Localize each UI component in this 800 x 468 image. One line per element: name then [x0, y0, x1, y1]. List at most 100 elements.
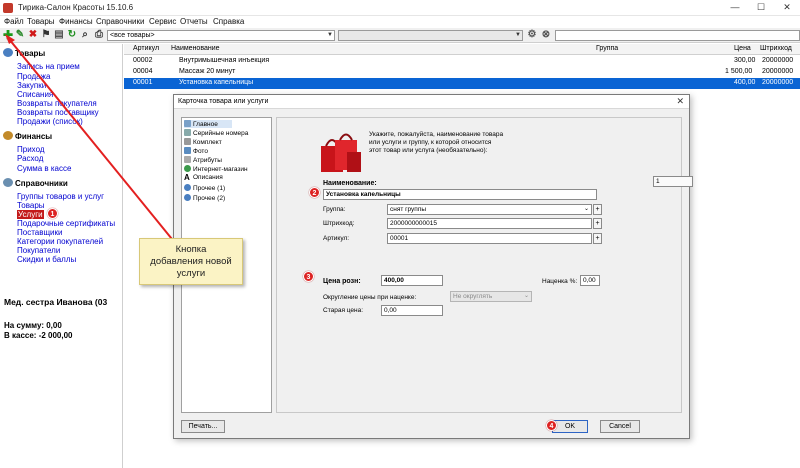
delete-icon[interactable]: ✖ — [28, 30, 38, 40]
refresh-icon[interactable]: ↻ — [67, 30, 77, 40]
sidebar-item-cash[interactable]: Сумма в кассе — [17, 164, 71, 173]
search-icon[interactable]: ⌕ — [80, 30, 90, 40]
filter-combo[interactable]: <все товары> ▼ — [107, 30, 335, 41]
sidebar-item-appointment[interactable]: Запись на прием — [17, 62, 80, 71]
col-name[interactable]: Наименование — [171, 45, 220, 52]
import-icon[interactable]: ▤ — [54, 30, 64, 40]
bundle-icon — [184, 138, 191, 145]
app-icon — [3, 3, 13, 13]
dialog-title: Карточка товара или услуги — [178, 98, 269, 105]
sidebar-item-discounts[interactable]: Скидки и баллы — [17, 255, 76, 264]
col-barcode[interactable]: Штрихкод — [760, 45, 792, 52]
tree-item-webshop[interactable]: Интернет-магазин — [184, 165, 248, 173]
info-icon — [184, 184, 191, 191]
table-header: Артикул Наименование Группа Цена Штрихко… — [124, 44, 800, 55]
sidebar-item-customers[interactable]: Покупатели — [17, 246, 60, 255]
step-badge-1: 1 — [47, 208, 58, 219]
cancel-button[interactable]: Cancel — [600, 420, 640, 433]
finance-icon — [3, 131, 13, 140]
chevron-down-icon: ▼ — [327, 32, 333, 38]
sidebar-item-writeoffs[interactable]: Списания — [17, 90, 53, 99]
table-row[interactable]: 00004 Массаж 20 минут 1 500,00 20000000 — [124, 67, 800, 78]
col-price[interactable]: Цена — [734, 45, 751, 52]
menu-service[interactable]: Сервис — [149, 17, 176, 26]
row-price: 1 500,00 — [725, 68, 753, 75]
tree-item-serials[interactable]: Серийные номера — [184, 129, 248, 137]
menu-help[interactable]: Справка — [213, 17, 244, 26]
barcode-input[interactable]: 2000000000015 — [387, 218, 592, 229]
tree-item-other-2[interactable]: Прочее (2) — [184, 194, 225, 202]
minimize-button[interactable]: — — [722, 0, 748, 14]
tree-item-main[interactable]: Главное — [184, 120, 232, 128]
price-input[interactable]: 400,00 — [381, 275, 443, 286]
menu-references[interactable]: Справочники — [96, 17, 144, 26]
sidebar-item-gift-cards[interactable]: Подарочные сертификаты — [17, 219, 115, 228]
row-price: 400,00 — [734, 79, 756, 86]
shopping-bags-icon — [321, 133, 361, 172]
sidebar-item-expense[interactable]: Расход — [17, 154, 43, 163]
callout-note: Кнопка добавления новой услуги — [139, 238, 243, 285]
sidebar-item-income[interactable]: Приход — [17, 145, 45, 154]
table-row[interactable]: 00002 Внутримышечная инъекция 300,00 200… — [124, 56, 800, 67]
secondary-combo[interactable]: ▼ — [338, 30, 523, 41]
sidebar-item-groups[interactable]: Группы товаров и услуг — [17, 192, 104, 201]
sidebar-item-sale[interactable]: Продажа — [17, 72, 50, 81]
add-group-button[interactable]: + — [593, 204, 602, 215]
print-button[interactable]: Печать... — [181, 420, 225, 433]
sidebar-item-purchases[interactable]: Закупки — [17, 81, 46, 90]
menu-reports[interactable]: Отчеты — [180, 17, 208, 26]
sum-total: На сумму: 0,00 — [4, 321, 62, 330]
sidebar-item-services[interactable]: Услуги — [17, 210, 44, 219]
sidebar-item-sales-list[interactable]: Продажи (список) — [17, 117, 83, 126]
menu-finance[interactable]: Финансы — [59, 17, 93, 26]
print-icon[interactable]: ⎙ — [94, 30, 104, 40]
sidebar-item-suppliers[interactable]: Поставщики — [17, 228, 63, 237]
menu-file[interactable]: Файл — [4, 17, 24, 26]
tree-item-attributes[interactable]: Атрибуты — [184, 156, 222, 164]
tree-item-descriptions[interactable]: A Описания — [184, 173, 223, 182]
sidebar-item-supplier-returns[interactable]: Возвраты поставщику — [17, 108, 99, 117]
ok-button[interactable]: OK — [552, 420, 588, 433]
edit-icon[interactable]: ✎ — [15, 30, 25, 40]
menu-goods[interactable]: Товары — [27, 17, 55, 26]
tree-item-other-1[interactable]: Прочее (1) — [184, 184, 225, 192]
chevron-down-icon: ⌄ — [583, 206, 589, 212]
generate-article-button[interactable]: + — [593, 233, 602, 244]
callout-line-1: Кнопка — [175, 244, 207, 255]
article-input[interactable]: 00001 — [387, 233, 592, 244]
tree-item-photo[interactable]: Фото — [184, 147, 208, 155]
text-icon: A — [184, 173, 190, 182]
col-article[interactable]: Артикул — [133, 45, 159, 52]
group-select[interactable]: снят группы ⌄ — [387, 204, 592, 215]
flag-icon[interactable]: ⚑ — [41, 30, 51, 40]
sidebar: Товары Запись на прием Продажа Закупки С… — [0, 44, 123, 468]
settings-icon[interactable]: ⚙ — [527, 30, 537, 40]
photo-icon — [184, 147, 191, 154]
sidebar-section-references[interactable]: Справочники — [3, 178, 68, 188]
table-row-selected[interactable]: 00001 Установка капельницы 400,00 200000… — [124, 78, 800, 89]
step-badge-3: 3 — [303, 271, 314, 282]
sidebar-section-finance[interactable]: Финансы — [3, 131, 52, 141]
row-article: 00004 — [133, 68, 153, 75]
article-label: Артикул: — [323, 235, 350, 242]
sidebar-item-goods[interactable]: Товары — [17, 201, 45, 210]
rounding-label: Округление цены при наценке: — [323, 294, 417, 301]
generate-barcode-button[interactable]: + — [593, 218, 602, 229]
search-input[interactable] — [555, 30, 800, 41]
code-field[interactable]: 1 — [653, 176, 693, 187]
col-group[interactable]: Группа — [596, 45, 618, 52]
info-icon — [184, 194, 191, 201]
name-input[interactable]: Установка капельницы — [323, 189, 597, 200]
add-icon[interactable]: ✚ — [3, 29, 13, 41]
old-price-input[interactable]: 0,00 — [381, 305, 443, 316]
sidebar-item-customer-returns[interactable]: Возвраты покупателя — [17, 99, 97, 108]
row-price: 300,00 — [734, 57, 756, 64]
sidebar-section-goods[interactable]: Товары — [3, 48, 45, 58]
markup-input[interactable]: 0,00 — [580, 275, 600, 286]
tree-item-bundle[interactable]: Комплект — [184, 138, 222, 146]
maximize-button[interactable]: ☐ — [748, 0, 774, 14]
dialog-close-button[interactable]: ✕ — [676, 96, 684, 107]
sidebar-item-customer-categories[interactable]: Категории покупателей — [17, 237, 103, 246]
close-window-button[interactable]: ✕ — [774, 0, 800, 14]
clear-icon[interactable]: ⊗ — [541, 30, 551, 40]
